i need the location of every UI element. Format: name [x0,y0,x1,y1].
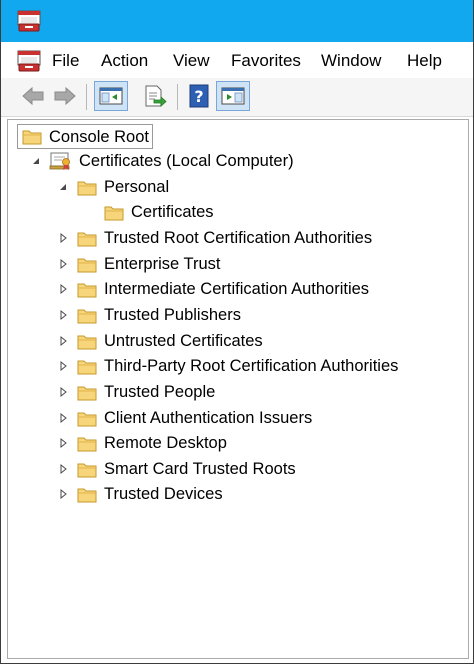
expand-arrow-icon[interactable] [57,463,69,475]
folder-icon [77,463,97,477]
folder-icon [77,488,97,502]
tree-node-label: Third-Party Root Certification Authoriti… [104,357,399,375]
expand-arrow-icon[interactable] [57,283,69,295]
mmc-app-icon [17,10,41,32]
tree-node-label: Smart Card Trusted Roots [104,460,296,478]
help-button[interactable]: ? [185,81,213,111]
collapse-arrow-icon[interactable] [57,181,69,193]
export-list-icon [145,85,167,107]
tree-node-store[interactable]: Enterprise Trust [77,252,220,276]
tree-node-label: Enterprise Trust [104,255,221,273]
tree-node-label: Trusted Devices [104,485,223,503]
certificate-snapin-icon [49,152,70,170]
tree-node-store[interactable]: Intermediate Certification Authorities [77,277,369,301]
tree-node-store[interactable]: Third-Party Root Certification Authoriti… [77,354,398,378]
expand-arrow-icon[interactable] [57,412,69,424]
menu-bar: File Action View Favorites Window Help [1,42,473,78]
tree-node-label: Intermediate Certification Authorities [104,280,370,298]
forward-button[interactable] [51,81,79,111]
tree-node-label: Personal [104,178,170,196]
menu-favorites[interactable]: Favorites [231,50,301,72]
tree-node-store[interactable]: Trusted Root Certification Authorities [77,226,372,250]
expand-arrow-icon[interactable] [57,488,69,500]
toolbar: ? [1,78,473,117]
folder-icon [77,309,97,323]
title-bar[interactable] [1,0,473,42]
export-list-button[interactable] [141,81,169,111]
folder-icon [104,206,124,220]
tree-node-store[interactable]: Trusted People [77,380,215,404]
tree-node-store[interactable]: Trusted Publishers [77,303,241,327]
forward-arrow-icon [54,86,76,106]
expand-arrow-icon[interactable] [57,232,69,244]
folder-icon [22,130,42,145]
svg-text:?: ? [194,87,203,106]
help-icon: ? [189,84,209,108]
console-tree[interactable]: Console Root Certificates (Local Compute… [7,119,469,659]
back-arrow-icon [22,86,44,106]
tree-node-store[interactable]: Client Authentication Issuers [77,406,312,430]
tree-node-certificates-local-computer[interactable]: Certificates (Local Computer) [49,149,294,173]
tree-node-console-root[interactable]: Console Root [17,124,153,149]
tree-node-label: Untrusted Certificates [104,332,263,350]
folder-icon [77,335,97,349]
show-hide-console-tree-button[interactable] [94,81,128,111]
tree-node-store[interactable]: Trusted Devices [77,482,223,506]
folder-icon [77,412,97,426]
mmc-system-menu-icon[interactable] [17,50,41,72]
menu-help[interactable]: Help [407,50,442,72]
tree-node-label: Console Root [49,127,149,146]
expand-arrow-icon[interactable] [57,335,69,347]
tree-node-store[interactable]: Remote Desktop [77,431,227,455]
tree-node-label: Certificates (Local Computer) [79,152,294,170]
tree-node-label: Client Authentication Issuers [104,409,313,427]
mmc-window: File Action View Favorites Window Help ?… [0,0,474,664]
tree-node-label: Trusted Publishers [104,306,241,324]
folder-icon [77,232,97,246]
expand-arrow-icon[interactable] [57,386,69,398]
menu-view[interactable]: View [173,50,210,72]
folder-icon [77,181,97,195]
menu-file[interactable]: File [52,50,79,72]
tree-node-store[interactable]: Smart Card Trusted Roots [77,457,296,481]
collapse-arrow-icon[interactable] [30,155,42,167]
back-button[interactable] [19,81,47,111]
tree-node-label: Trusted Root Certification Authorities [104,229,373,247]
expand-arrow-icon[interactable] [57,360,69,372]
tree-node-personal-certificates[interactable]: Certificates [104,200,214,224]
folder-icon [77,437,97,451]
folder-icon [77,283,97,297]
toolbar-separator [86,84,87,110]
toolbar-separator [177,84,178,110]
folder-icon [77,386,97,400]
expand-arrow-icon[interactable] [57,437,69,449]
show-hide-console-tree-icon [99,87,123,105]
menu-window[interactable]: Window [321,50,381,72]
folder-icon [77,258,97,272]
tree-node-label: Remote Desktop [104,434,227,452]
tree-node-personal[interactable]: Personal [77,175,169,199]
tree-node-label: Trusted People [104,383,216,401]
expand-arrow-icon[interactable] [57,309,69,321]
expand-arrow-icon[interactable] [57,258,69,270]
show-hide-action-pane-icon [221,87,245,105]
menu-action[interactable]: Action [101,50,148,72]
show-hide-action-pane-button[interactable] [216,81,250,111]
folder-icon [77,360,97,374]
tree-node-label: Certificates [131,203,214,221]
tree-node-store[interactable]: Untrusted Certificates [77,329,263,353]
